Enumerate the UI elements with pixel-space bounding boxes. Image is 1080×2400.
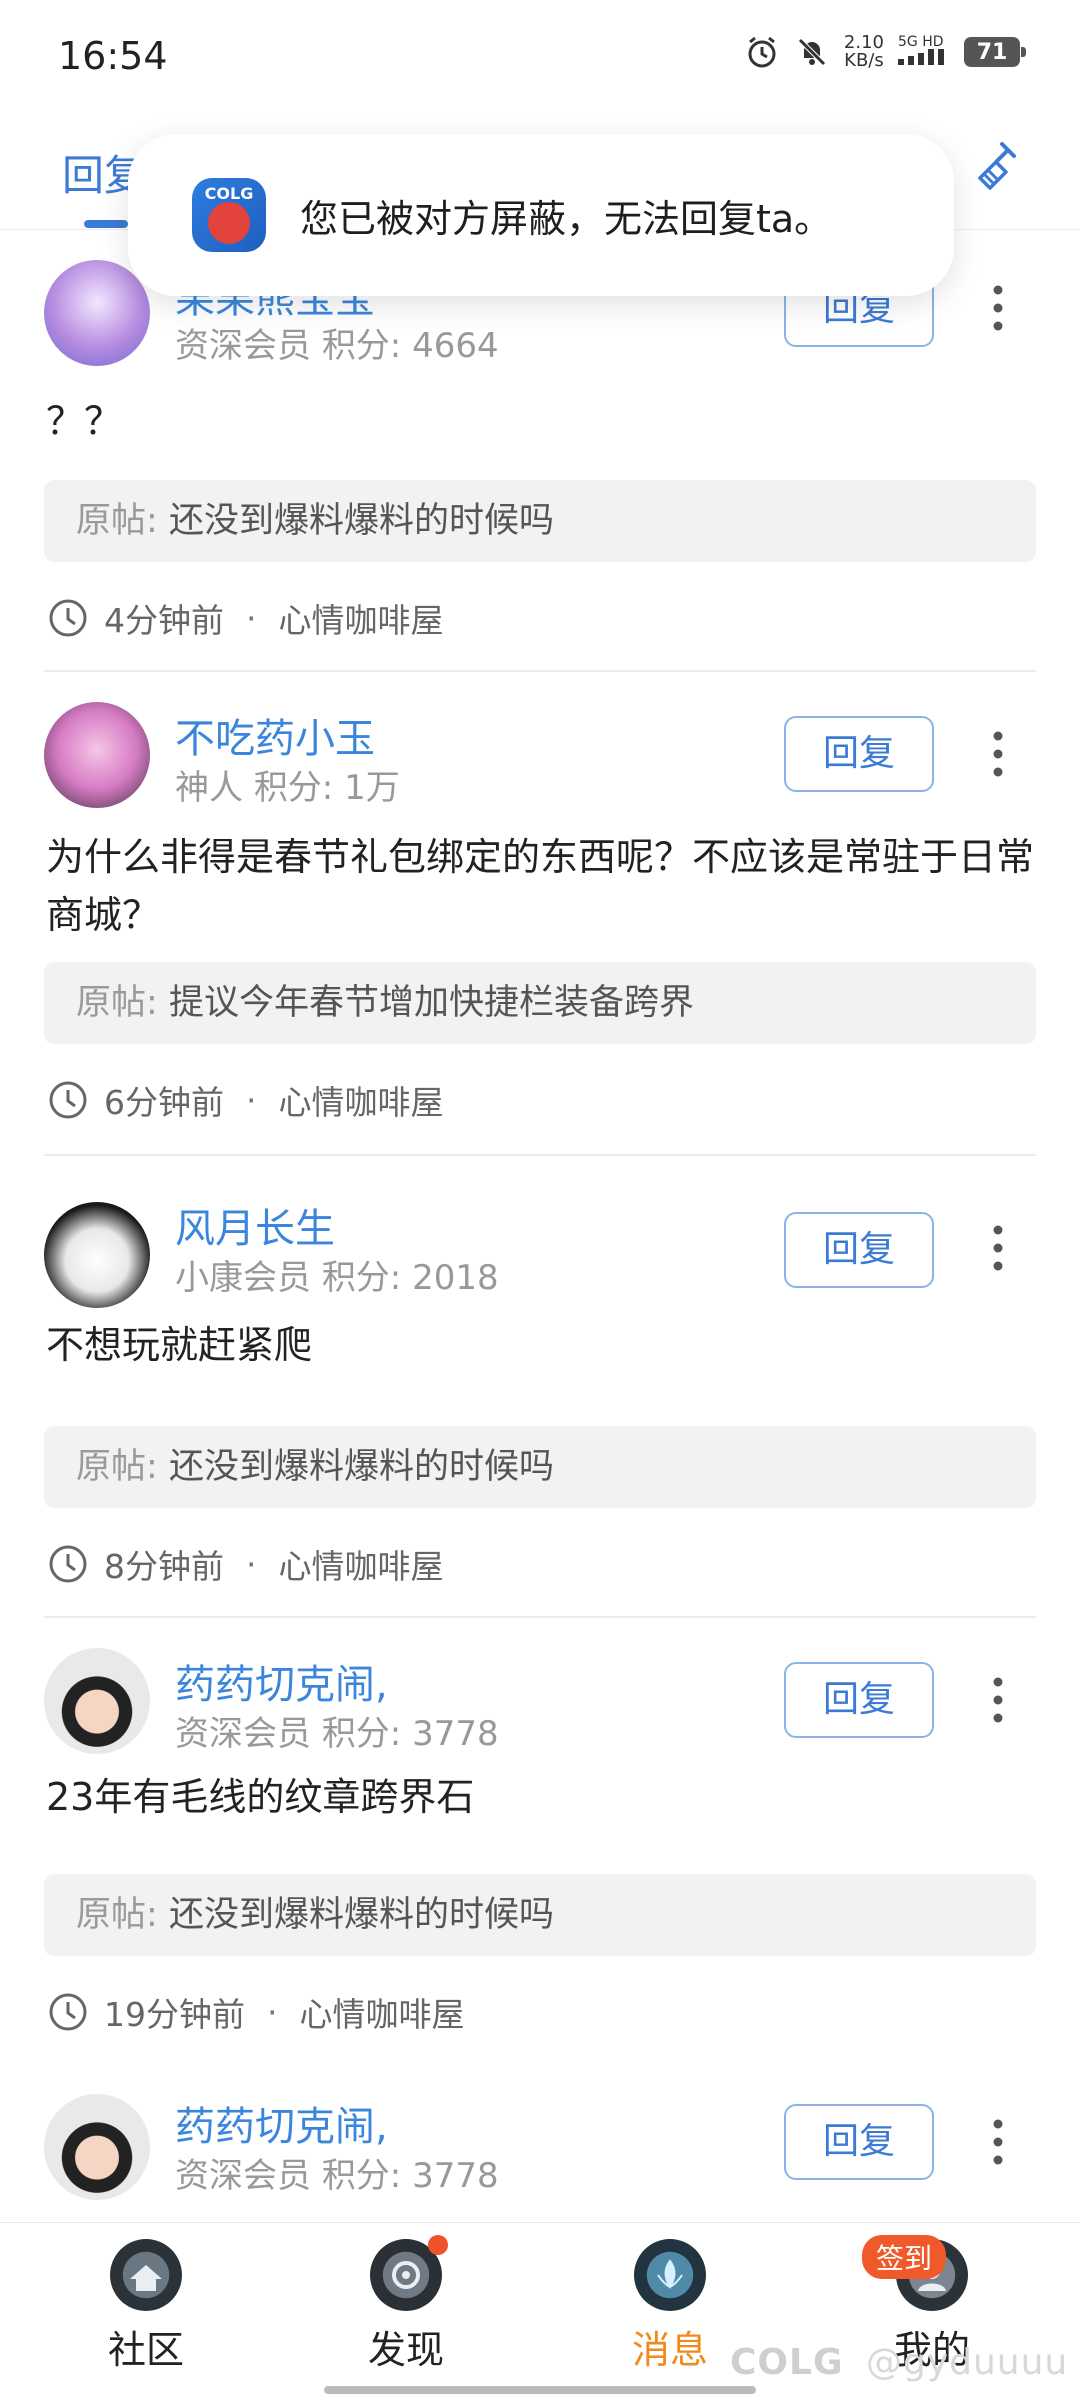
username[interactable]: 药药切克闹,	[175, 2094, 388, 2152]
username[interactable]: 药药切克闹,	[175, 1652, 388, 1710]
alarm-icon	[748, 36, 776, 68]
signal: 5G HD	[898, 35, 950, 69]
nav-label: 发现	[367, 2328, 444, 2372]
board-name[interactable]: 心情咖啡屋	[300, 1988, 465, 2036]
nav-label: 消息	[631, 2328, 708, 2372]
user-score: 积分: 2018	[321, 1258, 499, 1298]
user-score: 积分: 3778	[321, 1714, 499, 1754]
user-meta: 神人 积分: 1万	[175, 760, 400, 809]
original-post-quote[interactable]: 原帖: 还没到爆料爆料的时候吗	[44, 1874, 1036, 1956]
blocked-toast: COLG 您已被对方屏蔽，无法回复ta。	[128, 134, 954, 296]
net-speed: 2.10 KB/s	[843, 32, 884, 71]
board-name[interactable]: 心情咖啡屋	[279, 1076, 444, 1124]
clock-icon	[49, 599, 87, 637]
comment-text: 不想玩就赶紧爬	[46, 1323, 313, 1367]
battery-indicator: 71	[964, 37, 1026, 67]
avatar[interactable]	[44, 2094, 150, 2200]
nav-message[interactable]: 消息	[590, 2239, 750, 2374]
signin-badge[interactable]: 签到	[862, 2235, 947, 2279]
status-icons: 2.10 KB/s 5G HD 71	[744, 32, 1026, 71]
message-icon	[634, 2239, 706, 2311]
status-time: 16:54	[58, 34, 168, 78]
user-score: 积分: 3778	[321, 2156, 499, 2196]
clock-icon	[49, 1993, 87, 2031]
more-options-icon[interactable]	[980, 278, 1016, 338]
post-time: 8分钟前	[104, 1547, 224, 1586]
toast-message: 您已被对方屏蔽，无法回复ta。	[300, 196, 833, 241]
user-meta: 资深会员 积分: 4664	[175, 318, 499, 367]
status-bar: 16:54 2.10 KB/s 5G HD 71	[0, 0, 1080, 112]
reply-button[interactable]: 回复	[784, 1212, 934, 1288]
quote-label: 原帖:	[76, 1447, 158, 1487]
user-meta: 小康会员 积分: 2018	[175, 1250, 499, 1299]
username[interactable]: 不吃药小玉	[175, 706, 375, 764]
quote-label: 原帖:	[76, 983, 158, 1023]
clock-icon	[49, 1081, 87, 1119]
quote-label: 原帖:	[76, 501, 158, 541]
board-name[interactable]: 心情咖啡屋	[279, 594, 444, 642]
watermark-text: @gyduuuu	[865, 2342, 1069, 2383]
user-rank: 资深会员	[175, 1714, 311, 1754]
divider	[44, 1616, 1036, 1618]
divider	[44, 670, 1036, 672]
user-rank: 资深会员	[175, 2156, 311, 2196]
screen: 16:54 2.10 KB/s 5G HD 71 回复 COLG 您已被对方屏蔽…	[0, 0, 1080, 2400]
reply-button[interactable]: 回复	[784, 716, 934, 792]
avatar[interactable]	[44, 1202, 150, 1308]
post-meta: 8分钟前 · 心情咖啡屋	[46, 1540, 444, 1588]
more-options-icon[interactable]	[980, 724, 1016, 784]
board-name[interactable]: 心情咖啡屋	[279, 1540, 444, 1588]
broom-icon[interactable]	[966, 138, 1022, 194]
watermark-logo: COLG	[730, 2342, 844, 2383]
signal-icon	[898, 49, 944, 65]
reply-button[interactable]: 回复	[784, 1662, 934, 1738]
divider	[44, 1154, 1036, 1156]
post-meta: 4分钟前 · 心情咖啡屋	[46, 594, 444, 642]
post-meta: 19分钟前 · 心情咖啡屋	[46, 1988, 465, 2036]
more-options-icon[interactable]	[980, 1670, 1016, 1730]
original-post-quote[interactable]: 原帖: 还没到爆料爆料的时候吗	[44, 480, 1036, 562]
nav-community[interactable]: 社区	[66, 2239, 226, 2374]
post-meta: 6分钟前 · 心情咖啡屋	[46, 1076, 444, 1124]
user-score: 积分: 4664	[321, 326, 499, 366]
colg-logo-text: COLG	[204, 184, 254, 203]
user-rank: 神人	[175, 768, 243, 808]
nav-label: 社区	[107, 2328, 184, 2372]
clock-icon	[49, 1545, 87, 1583]
original-post-quote[interactable]: 原帖: 提议今年春节增加快捷栏装备跨界	[44, 962, 1036, 1044]
more-options-icon[interactable]	[980, 2112, 1016, 2172]
colg-app-icon: COLG	[192, 178, 266, 252]
discover-icon	[370, 2235, 448, 2311]
reply-button[interactable]: 回复	[784, 2104, 934, 2180]
quote-title: 还没到爆料爆料的时候吗	[168, 1447, 554, 1487]
community-icon	[110, 2239, 182, 2311]
post-time: 4分钟前	[104, 601, 224, 640]
comment-text: ？？	[46, 399, 123, 443]
comment-text: 23年有毛线的纹章跨界石	[46, 1775, 475, 1819]
quote-label: 原帖:	[76, 1895, 158, 1935]
user-meta: 资深会员 积分: 3778	[175, 2148, 499, 2197]
quote-title: 还没到爆料爆料的时候吗	[168, 1895, 554, 1935]
avatar[interactable]	[44, 260, 150, 366]
nav-discover[interactable]: 发现	[326, 2235, 486, 2374]
tab-underline	[84, 220, 128, 228]
post-time: 19分钟前	[104, 1995, 245, 2034]
user-meta: 资深会员 积分: 3778	[175, 1706, 499, 1755]
user-rank: 小康会员	[175, 1258, 311, 1298]
user-score: 积分: 1万	[253, 768, 400, 808]
avatar[interactable]	[44, 702, 150, 808]
watermark: COLG @gyduuuu	[730, 2342, 1068, 2383]
home-indicator[interactable]	[324, 2386, 756, 2394]
username[interactable]: 风月长生	[175, 1196, 335, 1254]
avatar[interactable]	[44, 1648, 150, 1754]
user-rank: 资深会员	[175, 326, 311, 366]
quote-title: 还没到爆料爆料的时候吗	[168, 501, 554, 541]
new-dot	[428, 2235, 448, 2255]
comment-text: 为什么非得是春节礼包绑定的东西呢？不应该是常驻于日常商城？	[46, 835, 1035, 937]
mute-bell-icon	[798, 38, 826, 66]
quote-title: 提议今年春节增加快捷栏装备跨界	[168, 983, 694, 1023]
post-time: 6分钟前	[104, 1083, 224, 1122]
original-post-quote[interactable]: 原帖: 还没到爆料爆料的时候吗	[44, 1426, 1036, 1508]
more-options-icon[interactable]	[980, 1218, 1016, 1278]
